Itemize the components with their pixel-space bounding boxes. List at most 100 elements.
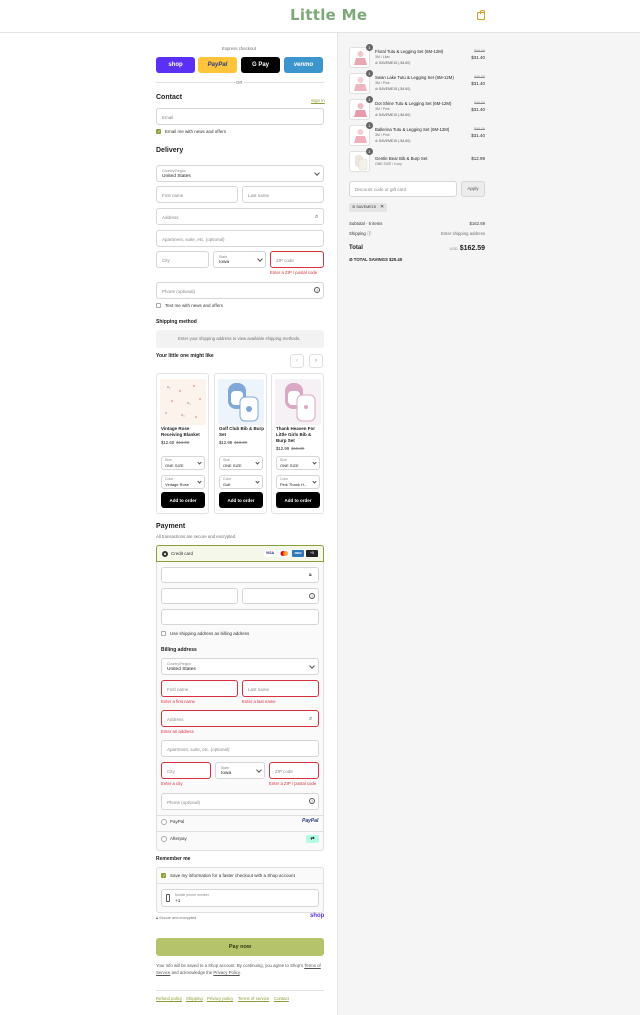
country-select[interactable]: Country/Region United States <box>156 165 324 182</box>
terms-of-service-link[interactable]: Terms of service <box>238 996 269 1001</box>
paypal-logo: PayPal <box>302 818 319 824</box>
help-icon[interactable]: ? <box>314 287 320 293</box>
country-label: Country/Region <box>167 662 192 666</box>
afterpay-radio[interactable] <box>161 836 167 842</box>
privacy-policy-link[interactable]: Privacy policy <box>207 996 233 1001</box>
address-field[interactable]: Address ⌕ <box>156 208 324 225</box>
total-amount: $162.59 <box>459 245 485 252</box>
contact-title: Contact <box>156 94 183 101</box>
venmo-button[interactable]: venmo <box>284 57 323 73</box>
contact-link[interactable]: Contact <box>274 996 289 1001</box>
zip-field[interactable]: ZIP code <box>270 251 324 268</box>
apply-button[interactable]: Apply <box>461 181 485 197</box>
billing-first-name-field[interactable]: First name <box>161 680 238 697</box>
billing-same-checkbox[interactable] <box>161 631 166 636</box>
subtotal-label: Subtotal · 5 items <box>349 221 383 226</box>
mobile-phone-field[interactable]: Mobile phone number +1 <box>161 889 319 907</box>
shop-pay-button[interactable]: shop <box>156 57 195 73</box>
add-to-order-button[interactable]: Add to order <box>219 492 263 508</box>
remove-discount-icon[interactable]: ✕ <box>380 204 384 210</box>
price-current: $12.99 <box>219 440 233 445</box>
state-select[interactable]: State Iowa <box>213 251 266 268</box>
shipping-message-box: Enter your shipping address to view avai… <box>156 330 324 348</box>
city-error: Enter a city <box>161 781 183 786</box>
color-select[interactable]: Color Golf <box>219 475 263 489</box>
size-select[interactable]: Size ONE SIZE <box>276 456 320 470</box>
apartment-field[interactable]: Apartment, suite, etc. (optional) <box>156 230 324 247</box>
billing-apartment-field[interactable]: Apartment, suite, etc. (optional) <box>161 740 319 757</box>
billing-city-field[interactable]: City <box>161 762 211 779</box>
privacy-link[interactable]: Privacy Policy <box>213 970 239 975</box>
city-field[interactable]: City <box>156 251 209 268</box>
help-icon[interactable]: ? <box>309 798 315 804</box>
carousel-next-button[interactable]: › <box>309 354 323 368</box>
name-on-card-field[interactable] <box>161 609 319 625</box>
vintage-rose-blanket-image[interactable] <box>160 379 206 425</box>
billing-state-select[interactable]: State Iowa <box>215 762 265 779</box>
google-pay-button[interactable]: G Pay <box>241 57 280 73</box>
save-info-checkbox[interactable] <box>161 873 166 879</box>
logo[interactable]: Little Me <box>290 6 367 24</box>
paypal-radio[interactable] <box>161 819 167 825</box>
credit-card-radio[interactable] <box>162 551 168 557</box>
billing-phone-field[interactable]: Phone (optional) ? <box>161 793 319 810</box>
add-to-order-button[interactable]: Add to order <box>161 492 205 508</box>
secure-text: Secure and encrypted <box>159 916 197 920</box>
billing-last-name-field[interactable]: Last name <box>242 680 319 697</box>
line-item-variant: 3M / Pink <box>375 133 390 137</box>
billing-zip-field[interactable]: ZIP code <box>269 762 319 779</box>
help-icon[interactable]: ? <box>309 593 315 599</box>
pay-now-button[interactable]: Pay now <box>156 938 324 956</box>
paypal-button[interactable]: PayPal <box>198 57 237 73</box>
city-placeholder: City <box>167 769 175 774</box>
shipping-link[interactable]: Shipping <box>186 996 203 1001</box>
shop-disclaimer: Your info will be saved to a Shop accoun… <box>156 962 324 976</box>
discount-code-field[interactable]: Discount code or gift card <box>349 181 457 197</box>
refund-policy-link[interactable]: Refund policy <box>156 996 182 1001</box>
credit-card-label: Credit card <box>171 551 194 556</box>
paypal-option-label[interactable]: PayPal <box>170 819 184 824</box>
billing-address-field[interactable]: Address ⌕ <box>161 710 319 727</box>
credit-card-option[interactable]: Credit card VISA AMEX +5 <box>156 545 324 562</box>
disclaimer-text: . <box>239 970 241 975</box>
product-name[interactable]: Golf Club Bib & Burp Set <box>219 426 265 438</box>
billing-address-title: Billing address <box>161 647 197 653</box>
last-name-field[interactable]: Last name <box>242 186 324 203</box>
size-value: ONE SIZE <box>165 463 184 468</box>
first-name-field[interactable]: First name <box>156 186 238 203</box>
billing-country-select[interactable]: Country/Region United States <box>161 658 319 675</box>
product-name[interactable]: Thank Heaven For Little Girls Bib & Burp… <box>276 426 322 444</box>
golf-bib-image[interactable] <box>218 379 264 425</box>
divider <box>244 82 324 83</box>
phone-field[interactable]: Phone (optional) ? <box>156 282 324 299</box>
shopping-bag-icon[interactable] <box>477 10 485 20</box>
shipping-message: Enter your shipping address to view avai… <box>178 336 301 341</box>
size-select[interactable]: Size ONE SIZE <box>219 456 263 470</box>
card-number-field[interactable]: 🔒︎ <box>161 567 319 583</box>
paypal-label: PayPal <box>207 62 228 68</box>
shipping-label: Shipping ⓘ <box>349 231 371 237</box>
security-code-field[interactable]: ? <box>242 588 319 604</box>
email-news-checkbox[interactable] <box>156 129 161 135</box>
text-news-checkbox[interactable] <box>156 303 161 308</box>
color-select[interactable]: Color Pink Thank H... <box>276 475 320 489</box>
discount-text: SAVEME15 (-$4.60) <box>378 87 411 91</box>
afterpay-option-label[interactable]: Afterpay <box>170 836 187 841</box>
color-value: Golf <box>223 482 231 487</box>
total-value: USD $162.59 <box>405 245 485 252</box>
help-icon[interactable]: ⓘ <box>367 231 371 236</box>
size-select[interactable]: Size ONE SIZE <box>161 456 205 470</box>
sign-in-link[interactable]: Sign in <box>311 98 325 103</box>
thank-heaven-bib-image[interactable] <box>275 379 321 425</box>
add-to-order-button[interactable]: Add to order <box>276 492 320 508</box>
phone-placeholder: Phone (optional) <box>162 289 196 294</box>
email-field[interactable]: Email <box>156 108 324 125</box>
product-name[interactable]: Vintage Rose Receiving Blanket <box>161 426 207 438</box>
line-item-old-price: $46.00 <box>474 127 485 131</box>
line-item-name: Ballerina Tutu & Legging Set (6M-12M) <box>375 127 450 132</box>
color-select[interactable]: Color Vintage Rose <box>161 475 205 489</box>
expiry-field[interactable] <box>161 588 238 604</box>
visa-icon: VISA <box>264 550 276 557</box>
zip-error: Enter a ZIP / postal code <box>269 781 317 786</box>
carousel-prev-button[interactable]: ‹ <box>290 354 304 368</box>
